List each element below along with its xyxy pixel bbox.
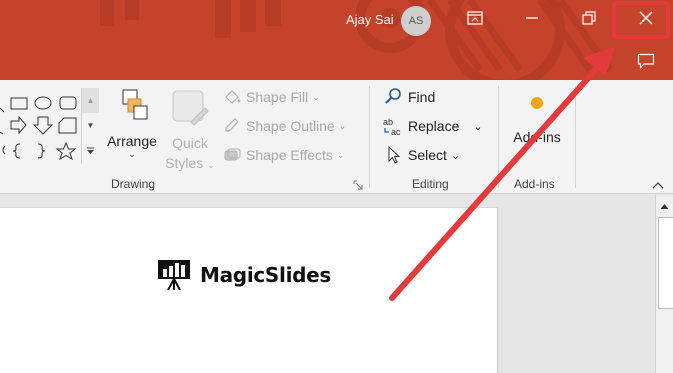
- group-separator: [498, 86, 499, 188]
- star-shape-icon: [55, 141, 77, 161]
- group-separator: [369, 86, 370, 188]
- add-ins-label: Add-ins: [513, 129, 561, 145]
- shape-outline-button[interactable]: Shape Outline ⌄: [222, 114, 346, 138]
- oval-shape-icon: [34, 96, 52, 110]
- arrange-label: Arrange: [107, 133, 157, 149]
- quick-styles-label-line2-row: Styles ⌄: [162, 153, 218, 175]
- find-button[interactable]: Find: [382, 85, 435, 109]
- quick-styles-label-line1: Quick: [172, 135, 208, 151]
- arrange-icon: [122, 89, 148, 120]
- vertical-scrollbar[interactable]: [655, 195, 673, 373]
- svg-text:ac: ac: [391, 127, 401, 136]
- close-highlight-box: [612, 1, 670, 39]
- logo-text: MagicSlides: [200, 263, 332, 287]
- ribbon: ▲ ▼ Arrange ⌄ Quick Styles ⌄ Shape Fill …: [0, 80, 673, 194]
- gallery-up-button[interactable]: ▲: [82, 88, 99, 113]
- right-brace-shape-icon: [37, 143, 46, 159]
- gallery-more-button[interactable]: [82, 138, 99, 163]
- paint-bucket-icon: [222, 88, 242, 106]
- ribbon-display-options-button[interactable]: [457, 4, 493, 32]
- rectangle-shape-icon: [10, 97, 28, 110]
- select-label: Select: [408, 147, 447, 163]
- replace-label: Replace: [408, 118, 460, 134]
- presentation-easel-icon: [158, 260, 190, 290]
- title-bar: Ajay Sai AS: [0, 0, 673, 80]
- editing-group-label: Editing: [412, 177, 449, 191]
- select-button[interactable]: Select ⌄: [382, 143, 460, 167]
- shapes-gallery-scroll: ▲ ▼: [81, 88, 99, 164]
- left-brace-shape-icon: [12, 143, 21, 159]
- drawing-dialog-launcher-icon[interactable]: [353, 180, 363, 190]
- shape-effects-icon: [222, 146, 242, 164]
- shape-effects-button[interactable]: Shape Effects ⌄: [222, 143, 344, 167]
- gallery-down-button[interactable]: ▼: [82, 113, 99, 138]
- restore-button[interactable]: [571, 4, 607, 32]
- replace-button[interactable]: ab ac Replace ⌄: [382, 114, 483, 138]
- shape-effects-chevron-icon: ⌄: [336, 149, 345, 160]
- replace-chevron-icon: ⌄: [473, 120, 483, 133]
- connector-shape-icon: [0, 131, 4, 135]
- quick-styles-chevron-icon: ⌄: [207, 160, 215, 170]
- scroll-thumb[interactable]: [658, 217, 673, 309]
- rounded-rectangle-shape-icon: [59, 96, 77, 110]
- shape-fill-button[interactable]: Shape Fill ⌄: [222, 85, 320, 109]
- arrange-chevron-icon: ⌄: [128, 149, 136, 159]
- ribbon-display-icon: [467, 11, 483, 25]
- left-bracket-shape-icon: [2, 145, 6, 155]
- search-icon: [382, 87, 404, 107]
- user-name[interactable]: Ajay Sai: [346, 12, 394, 27]
- cursor-arrow-icon: [382, 145, 404, 165]
- more-icon: [87, 147, 94, 154]
- shape-outline-label: Shape Outline: [246, 118, 335, 134]
- shape-effects-label: Shape Effects: [246, 147, 333, 163]
- quick-styles-label-line2: Styles: [165, 155, 204, 171]
- minimize-button[interactable]: [514, 4, 550, 32]
- scroll-up-arrow-icon: [660, 204, 669, 209]
- minimize-icon: [526, 17, 538, 19]
- slide-canvas[interactable]: MagicSlides: [0, 207, 498, 373]
- find-label: Find: [408, 89, 436, 105]
- quick-styles-button[interactable]: Quick Styles ⌄: [162, 88, 218, 175]
- group-separator: [575, 86, 576, 188]
- quick-styles-icon: [172, 90, 209, 126]
- line-arrow-shape-icon: [0, 107, 5, 113]
- pencil-outline-icon: [222, 117, 242, 135]
- svg-text:ab: ab: [383, 117, 393, 127]
- arrange-button[interactable]: Arrange ⌄: [104, 88, 160, 160]
- right-arrow-shape-icon: [10, 115, 27, 135]
- snip-rectangle-shape-icon: [58, 117, 77, 134]
- select-chevron-icon: ⌄: [450, 149, 461, 162]
- restore-icon: [582, 11, 596, 25]
- comments-button[interactable]: [632, 48, 660, 74]
- shape-fill-label: Shape Fill: [246, 89, 309, 105]
- avatar[interactable]: AS: [401, 6, 431, 36]
- down-arrow-shape-icon: [32, 116, 54, 135]
- replace-icon: ab ac: [382, 116, 404, 136]
- add-ins-group-label: Add-ins: [514, 177, 555, 191]
- shape-fill-chevron-icon: ⌄: [312, 91, 320, 102]
- add-ins-button[interactable]: Add-ins: [508, 94, 566, 145]
- magicslides-logo: MagicSlides: [158, 260, 331, 290]
- add-ins-icon: [531, 97, 543, 109]
- powerpoint-window: Ajay Sai AS ▲ ▼ Arrange ⌄ Quick Styles ⌄…: [0, 0, 673, 373]
- slide-workspace: MagicSlides: [0, 195, 655, 373]
- comment-icon: [637, 53, 655, 69]
- scroll-up-button[interactable]: [656, 198, 673, 215]
- shape-outline-chevron-icon: ⌄: [338, 120, 347, 131]
- collapse-ribbon-icon[interactable]: [650, 179, 666, 191]
- drawing-group-label: Drawing: [111, 177, 156, 191]
